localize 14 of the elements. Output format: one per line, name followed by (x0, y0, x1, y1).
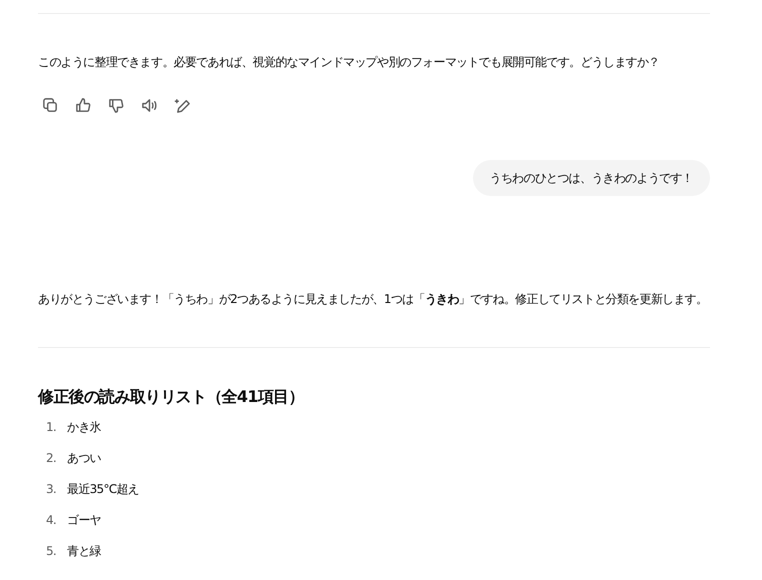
user-message-bubble: うちわのひとつは、うきわのようです！ (472, 160, 710, 196)
list-item-text: 青と緑 (67, 542, 101, 560)
list-number: 4. (44, 512, 57, 528)
list-number: 1. (44, 418, 57, 436)
list-number: 5. (44, 542, 57, 560)
list-number: 2. (44, 450, 57, 466)
list-number: 3. (44, 480, 57, 498)
message-text: このように整理できます。必要であれば、視覚的なマインドマップや別のフォーマットでも展開可能です。どうしますか？ (38, 54, 661, 71)
section-heading: 修正後の読み取りリスト（全41項目） (38, 386, 305, 408)
message-text: ありがとうございます！「うちわ」が2つあるように見えましたが、1つは「うきわ」ですね。修正してリストと分類を更新します。 (38, 291, 708, 308)
list-item-text: かき氷 (67, 418, 101, 436)
list-item-text: 最近35°C超え (67, 480, 140, 498)
list-item-text: ゴーヤ (67, 512, 101, 528)
list-item-text: あつい (67, 450, 101, 466)
